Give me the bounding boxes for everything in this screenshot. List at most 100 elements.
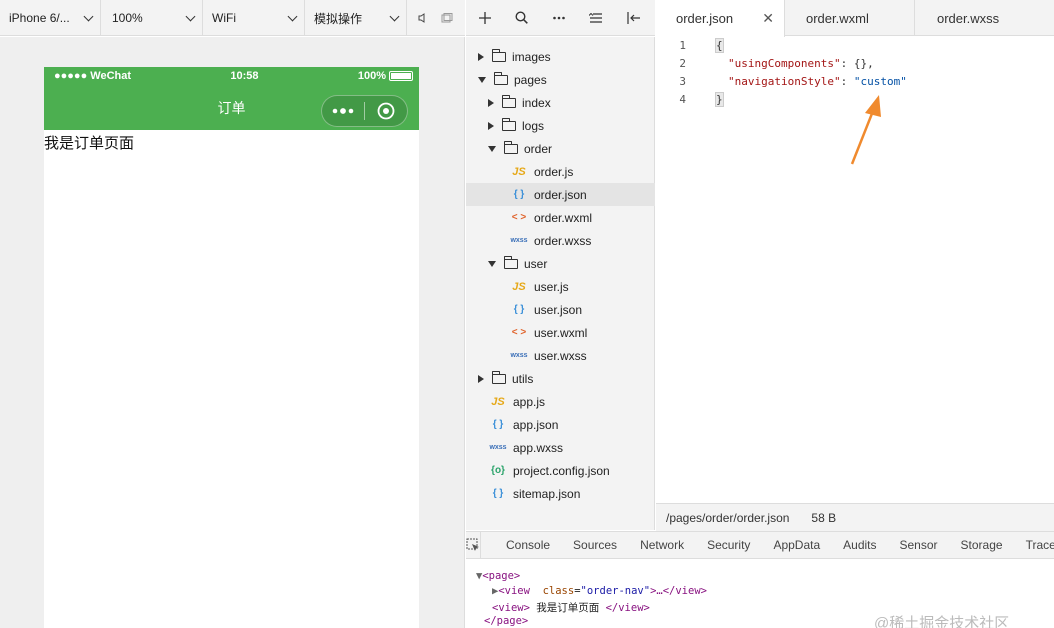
json-punct: : {},	[840, 57, 874, 70]
tab-audits[interactable]: Audits	[843, 538, 876, 552]
tab-trace[interactable]: Trace	[1026, 538, 1054, 552]
search-icon[interactable]	[503, 0, 540, 36]
dom-node-page-close: </page>	[484, 615, 528, 627]
window-icon[interactable]	[435, 0, 459, 36]
tree-item-app-js[interactable]: JS app.js	[466, 390, 655, 413]
json-file-icon: { }	[492, 488, 504, 499]
dom-node-view-nav[interactable]: ▶<view class="order-nav">…</view>	[492, 585, 707, 597]
caret-right-icon[interactable]	[478, 52, 484, 61]
battery-icon	[389, 71, 413, 82]
tree-item-user-wxml[interactable]: < > user.wxml	[466, 321, 655, 344]
tree-item-label: user.js	[534, 279, 569, 294]
network-select[interactable]: WiFi	[203, 0, 305, 36]
tree-item-project-config-json[interactable]: {o} project.config.json	[466, 459, 655, 482]
caret-right-icon[interactable]	[478, 374, 484, 383]
status-time: 10:58	[230, 70, 259, 82]
folder-icon	[494, 71, 508, 85]
tab-security[interactable]: Security	[707, 538, 750, 552]
tab-sources[interactable]: Sources	[573, 538, 617, 552]
json-punct: :	[840, 75, 854, 88]
folder-icon	[504, 140, 518, 154]
tree-item-user[interactable]: user	[466, 252, 655, 275]
line-number: 2	[679, 57, 686, 70]
tree-item-label: project.config.json	[513, 463, 610, 478]
tree-item-sitemap-json[interactable]: { } sitemap.json	[466, 482, 655, 505]
tree-item-label: order.json	[534, 187, 587, 202]
simulate-select[interactable]: 模拟操作	[305, 0, 407, 36]
file-explorer: images pages index logs order JS order.js { } or…	[466, 37, 655, 530]
chevron-down-icon	[287, 11, 298, 22]
code-line-4: }	[715, 92, 724, 107]
tree-item-order-wxss[interactable]: wxss order.wxss	[466, 229, 655, 252]
tree-item-user-json[interactable]: { } user.json	[466, 298, 655, 321]
folder-icon	[504, 255, 518, 269]
wxss-file-icon: wxss	[510, 352, 528, 359]
zoom-select-value: 100%	[112, 11, 143, 25]
file-path: /pages/order/order.json	[666, 510, 790, 525]
tab-appdata[interactable]: AppData	[773, 538, 820, 552]
tree-item-order-js[interactable]: JS order.js	[466, 160, 655, 183]
caret-down-icon[interactable]	[478, 76, 486, 83]
attr-name: class	[542, 585, 575, 597]
folder-icon	[502, 117, 516, 131]
caret-down-icon[interactable]	[488, 260, 496, 267]
json-file-icon: { }	[513, 189, 525, 200]
tree-item-label: order.js	[534, 164, 574, 179]
more-icon[interactable]	[540, 0, 577, 36]
tab-sensor[interactable]: Sensor	[900, 538, 938, 552]
tree-item-app-wxss[interactable]: wxss app.wxss	[466, 436, 655, 459]
tab-order-wxss[interactable]: order.wxss	[915, 0, 1054, 36]
dom-node-view-text[interactable]: <view> 我是订单页面 </view>	[492, 600, 650, 615]
attr-value: "order-nav"	[580, 585, 651, 597]
more-dots-icon	[332, 108, 354, 114]
chevron-down-icon	[389, 11, 400, 22]
devtools-tabs: Console Sources Network Security AppData…	[466, 531, 1054, 559]
mute-icon[interactable]	[411, 0, 435, 36]
collapse-icon[interactable]	[614, 0, 651, 36]
tree-item-pages[interactable]: pages	[466, 68, 655, 91]
tab-network[interactable]: Network	[640, 538, 684, 552]
tab-storage[interactable]: Storage	[961, 538, 1003, 552]
tree-item-logs[interactable]: logs	[466, 114, 655, 137]
tab-console[interactable]: Console	[506, 538, 550, 552]
tag-page-open: <page>	[482, 570, 521, 582]
tree-item-order[interactable]: order	[466, 137, 655, 160]
tree-item-utils[interactable]: utils	[466, 367, 655, 390]
wxml-file-icon: < >	[511, 212, 527, 223]
wxss-file-icon: wxss	[489, 444, 507, 451]
more-button[interactable]	[322, 96, 364, 126]
tag-view2-close: </view>	[605, 602, 650, 614]
tab-label: order.json	[676, 11, 734, 26]
caret-down-icon[interactable]	[488, 145, 496, 152]
zoom-select[interactable]: 100%	[101, 0, 203, 36]
close-icon[interactable]: ✕	[762, 10, 774, 27]
carrier-label: ●●●●● WeChat	[54, 70, 132, 82]
tab-order-wxml[interactable]: order.wxml	[785, 0, 915, 36]
add-icon[interactable]	[466, 0, 503, 36]
tree-item-order-wxml[interactable]: < > order.wxml	[466, 206, 655, 229]
inspect-element-icon[interactable]	[466, 532, 481, 558]
tree-item-images[interactable]: images	[466, 45, 655, 68]
caret-right-icon[interactable]	[488, 121, 494, 130]
phone-screen: ●●●●● WeChat 10:58 100% 订单 我是订单页面	[44, 67, 419, 628]
tab-order-json[interactable]: order.json ✕	[656, 0, 785, 37]
tree-item-label: order.wxss	[534, 233, 592, 248]
wxml-file-icon: < >	[511, 327, 527, 338]
explorer-toolbar	[466, 0, 655, 36]
editor-status-bar: /pages/order/order.json 58 B	[656, 503, 1054, 531]
line-number: 3	[679, 75, 686, 88]
tree-item-order-json[interactable]: { } order.json	[466, 183, 655, 206]
tree-item-user-js[interactable]: JS user.js	[466, 275, 655, 298]
tree-item-index[interactable]: index	[466, 91, 655, 114]
device-select[interactable]: iPhone 6/...	[0, 0, 101, 36]
caret-right-icon[interactable]	[488, 98, 494, 107]
close-miniprogram-button[interactable]	[365, 96, 407, 126]
tree-item-user-wxss[interactable]: wxss user.wxss	[466, 344, 655, 367]
sort-icon[interactable]	[577, 0, 614, 36]
tree-item-label: user.wxml	[534, 325, 588, 340]
line-number: 4	[679, 93, 686, 106]
tree-item-app-json[interactable]: { } app.json	[466, 413, 655, 436]
tag-collapsed: >…</view>	[650, 585, 707, 597]
tree-item-label: utils	[512, 371, 534, 386]
dom-node-page[interactable]: ▼<page>	[476, 570, 520, 582]
